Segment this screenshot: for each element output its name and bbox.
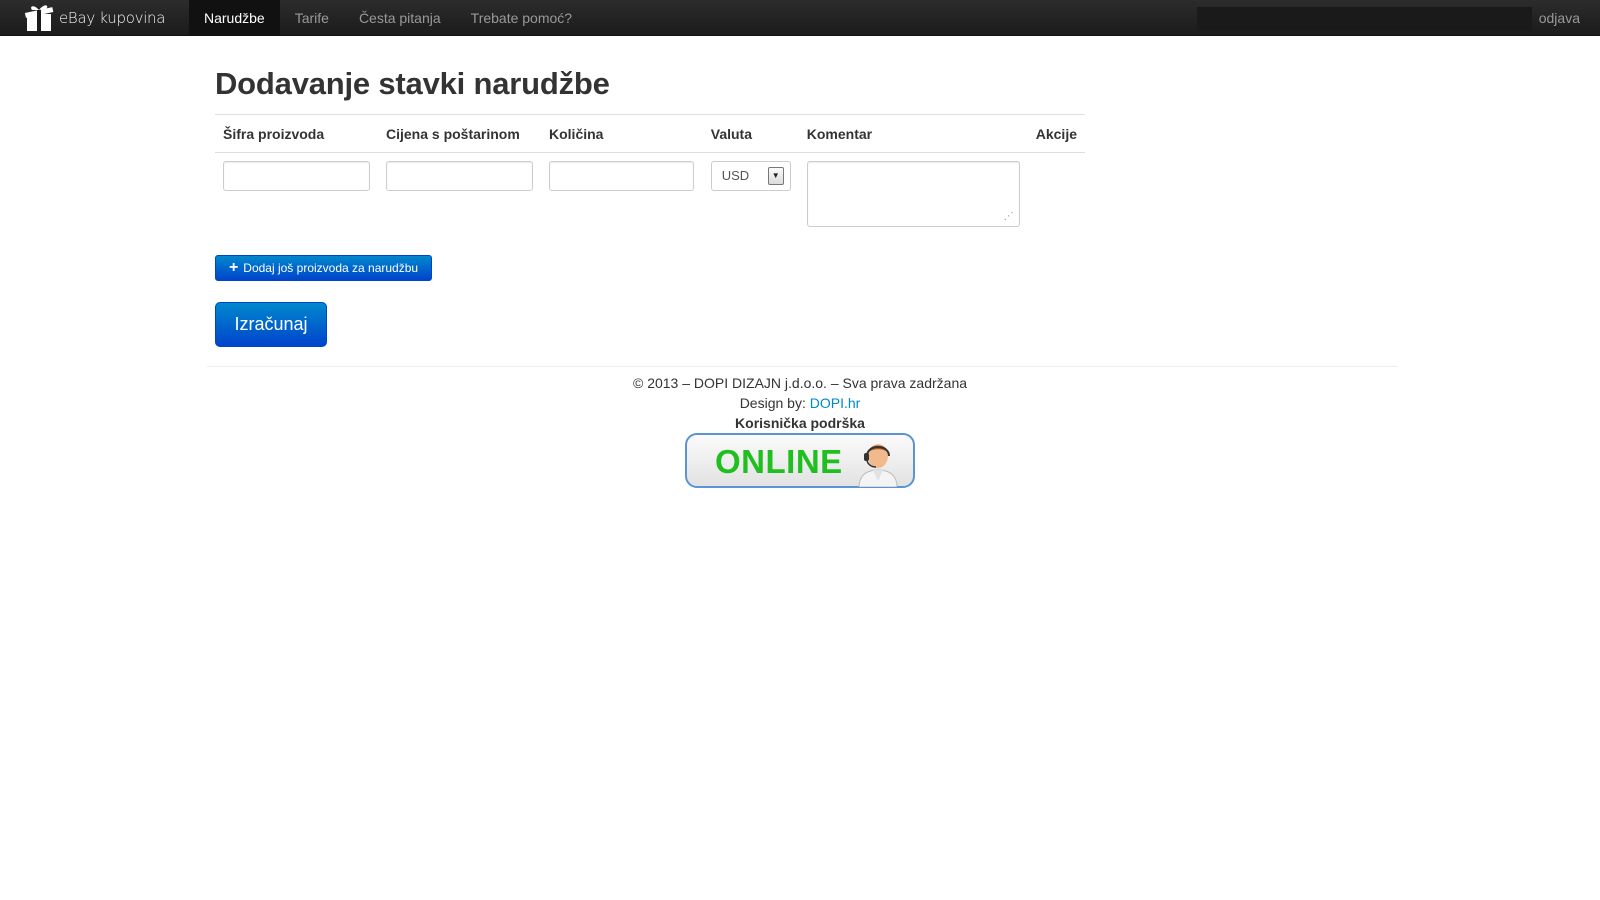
cell-quantity (541, 153, 703, 241)
add-product-label: Dodaj još proizvoda za narudžbu (243, 261, 419, 275)
order-items-table: Šifra proizvoda Cijena s poštarinom Koli… (215, 114, 1085, 241)
product-code-input[interactable] (223, 161, 370, 191)
cell-price (378, 153, 541, 241)
price-input[interactable] (386, 161, 533, 191)
cell-currency: USD ▼ (703, 153, 799, 241)
currency-selected-value: USD (721, 168, 750, 183)
design-link[interactable]: DOPI.hr (810, 395, 861, 411)
navbar-dark-field (1197, 7, 1532, 31)
table-row: USD ▼ ⋰ (215, 153, 1085, 241)
brand-text: eBay kupovina (59, 9, 166, 27)
header-price: Cijena s poštarinom (378, 114, 541, 153)
brand-link[interactable]: eBay kupovina (24, 0, 165, 36)
support-agent-icon (858, 444, 898, 487)
cell-comment: ⋰ (799, 153, 1028, 241)
header-comment: Komentar (798, 114, 1028, 153)
comment-textarea[interactable]: ⋰ (806, 161, 1020, 227)
gift-box-icon (24, 5, 54, 31)
chevron-down-icon: ▼ (767, 167, 784, 185)
header-currency: Valuta (702, 114, 799, 153)
nav-item-help[interactable]: Trebate pomoć? (456, 0, 587, 36)
cell-product-code (215, 153, 378, 241)
main-nav: Narudžbe Tarife Česta pitanja Trebate po… (189, 0, 587, 36)
table-header-row: Šifra proizvoda Cijena s poštarinom Koli… (215, 114, 1085, 153)
cell-actions (1028, 153, 1085, 241)
resize-grip-icon[interactable]: ⋰ (1004, 212, 1014, 222)
currency-select[interactable]: USD ▼ (710, 161, 791, 191)
design-by-label: Design by: (739, 395, 810, 411)
footer: © 2013 – DOPI DIZAJN j.d.o.o. – Sva prav… (0, 373, 1600, 488)
quantity-input[interactable] (549, 161, 694, 191)
header-actions: Akcije (1027, 114, 1085, 153)
footer-divider (207, 366, 1397, 367)
support-title: Korisnička podrška (735, 415, 865, 431)
design-credit: Design by: DOPI.hr (0, 393, 1600, 413)
copyright-text: © 2013 – DOPI DIZAJN j.d.o.o. – Sva prav… (632, 375, 968, 391)
online-status-text: ONLINE (715, 443, 843, 480)
plus-icon: + (228, 259, 239, 276)
logout-link[interactable]: odjava (1539, 0, 1580, 36)
nav-item-faq[interactable]: Česta pitanja (344, 0, 456, 36)
header-product-code: Šifra proizvoda (215, 114, 378, 153)
nav-item-tariffs[interactable]: Tarife (280, 0, 344, 36)
page-title: Dodavanje stavki narudžbe (215, 66, 610, 101)
navbar: eBay kupovina Narudžbe Tarife Česta pita… (0, 0, 1600, 36)
nav-item-orders[interactable]: Narudžbe (189, 0, 280, 36)
add-product-button[interactable]: + Dodaj još proizvoda za narudžbu (215, 255, 432, 281)
online-support-button[interactable]: ONLINE (685, 433, 915, 488)
calculate-button[interactable]: Izračunaj (215, 302, 327, 347)
header-quantity: Količina (541, 114, 703, 153)
